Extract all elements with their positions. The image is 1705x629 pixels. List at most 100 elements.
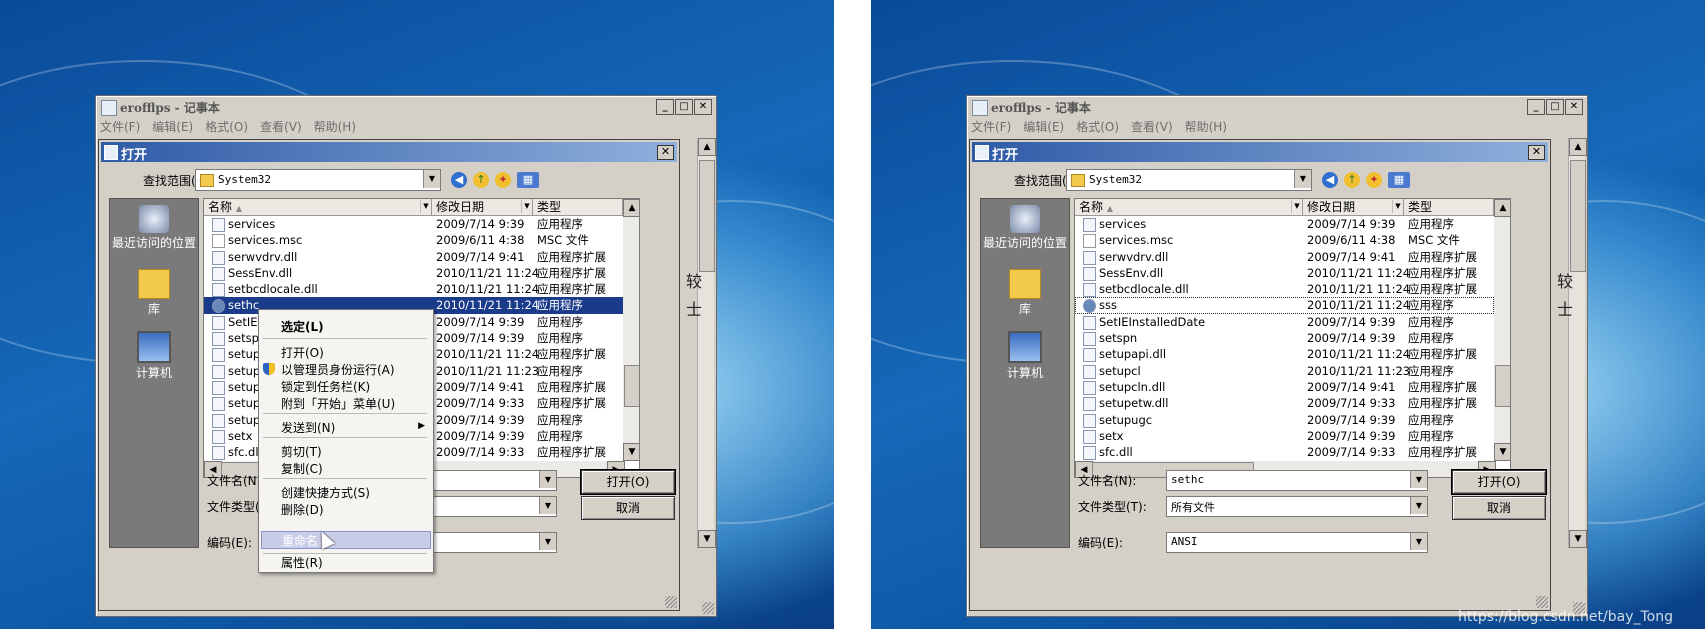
minimize-button[interactable]: _	[1527, 99, 1545, 115]
up-folder-icon[interactable]: ↑	[1344, 172, 1360, 188]
dialog-close-button[interactable]: ✕	[1528, 145, 1545, 160]
notepad-scrollbar[interactable]: ▲ ▼	[697, 138, 716, 548]
close-button[interactable]: ✕	[1565, 99, 1583, 115]
back-icon[interactable]: ◀	[451, 172, 467, 188]
chevron-down-icon[interactable]: ▼	[1291, 200, 1302, 213]
menu-help[interactable]: 帮助(H)	[1185, 118, 1227, 136]
view-menu-icon[interactable]: ▦	[1388, 172, 1410, 188]
place-computer[interactable]: 计算机	[981, 331, 1069, 380]
menu-file[interactable]: 文件(F)	[971, 118, 1011, 136]
scroll-thumb[interactable]	[699, 160, 715, 272]
encoding-select[interactable]: ANSI ▼	[1166, 532, 1428, 553]
dialog-titlebar[interactable]: 打开 ✕	[101, 142, 677, 163]
new-folder-icon[interactable]: ✦	[495, 172, 511, 188]
table-row[interactable]: setx 2009/7/14 9:39 应用程序	[1075, 428, 1494, 444]
menu-rename[interactable]: 重命名	[282, 532, 318, 549]
column-name[interactable]: 名称 ▲ ▼	[204, 199, 432, 215]
cancel-button[interactable]: 取消	[1452, 496, 1546, 520]
menu-format[interactable]: 格式(O)	[205, 118, 248, 136]
menu-help[interactable]: 帮助(H)	[314, 118, 356, 136]
chevron-down-icon[interactable]: ▼	[423, 170, 440, 188]
table-row[interactable]: services.msc 2009/6/11 4:38 MSC 文件	[204, 232, 623, 249]
scroll-down-icon[interactable]: ▼	[623, 443, 639, 461]
column-name[interactable]: 名称 ▲ ▼	[1075, 199, 1303, 215]
place-recent[interactable]: 最近访问的位置	[981, 205, 1069, 250]
column-date[interactable]: 修改日期 ▼	[1303, 199, 1404, 215]
place-recent[interactable]: 最近访问的位置	[110, 205, 198, 250]
menu-run-as-admin[interactable]: 以管理员身份运行(A)	[281, 361, 395, 378]
notepad-titlebar[interactable]: erofflps - 记事本 _ □ ✕	[98, 98, 714, 116]
dialog-close-button[interactable]: ✕	[657, 145, 674, 160]
scroll-down-icon[interactable]: ▼	[698, 530, 716, 548]
resize-grip[interactable]	[1536, 596, 1548, 608]
place-library[interactable]: 库	[110, 269, 198, 316]
view-menu-icon[interactable]: ▦	[517, 172, 539, 188]
chevron-down-icon[interactable]: ▼	[1410, 533, 1427, 550]
table-row[interactable]: setupugc 2009/7/14 9:39 应用程序	[1075, 412, 1494, 428]
table-row[interactable]: serwvdrv.dll 2009/7/14 9:41 应用程序扩展	[204, 249, 623, 265]
table-row[interactable]: SessEnv.dll 2010/11/21 11:24 应用程序扩展	[1075, 265, 1494, 281]
maximize-button[interactable]: □	[675, 99, 693, 115]
open-button[interactable]: 打开(O)	[1451, 469, 1547, 495]
notepad-scrollbar[interactable]: ▲ ▼	[1568, 138, 1587, 548]
menu-format[interactable]: 格式(O)	[1076, 118, 1119, 136]
scroll-thumb[interactable]	[624, 365, 639, 407]
scroll-up-icon[interactable]: ▲	[1569, 138, 1587, 156]
table-row[interactable]: setupcl 2010/11/21 11:23 应用程序	[1075, 363, 1494, 379]
lookin-combo[interactable]: System32 ▼	[195, 169, 441, 191]
place-computer[interactable]: 计算机	[110, 331, 198, 380]
table-row[interactable]: setupcln.dll 2009/7/14 9:41 应用程序扩展	[1075, 379, 1494, 395]
place-library[interactable]: 库	[981, 269, 1069, 316]
table-row[interactable]: serwvdrv.dll 2009/7/14 9:41 应用程序扩展	[1075, 249, 1494, 265]
column-type[interactable]: 类型	[533, 199, 623, 215]
scroll-thumb[interactable]	[1495, 365, 1510, 407]
resize-grip[interactable]	[665, 596, 677, 608]
file-list-vscroll[interactable]: ▲ ▼	[1494, 199, 1510, 461]
cancel-button[interactable]: 取消	[581, 496, 675, 520]
table-row[interactable]: setbcdlocale.dll 2010/11/21 11:24 应用程序扩展	[1075, 281, 1494, 298]
table-row[interactable]: services.msc 2009/6/11 4:38 MSC 文件	[1075, 232, 1494, 249]
menu-pin-taskbar[interactable]: 锁定到任务栏(K)	[281, 378, 370, 395]
menu-properties[interactable]: 属性(R)	[281, 554, 323, 571]
menu-copy[interactable]: 复制(C)	[281, 460, 323, 477]
chevron-down-icon[interactable]: ▼	[539, 471, 556, 488]
menu-view[interactable]: 查看(V)	[260, 118, 302, 136]
chevron-down-icon[interactable]: ▼	[1410, 497, 1427, 514]
menu-rename-highlight[interactable]: 重命名	[261, 531, 431, 549]
minimize-button[interactable]: _	[656, 99, 674, 115]
menu-send-to[interactable]: 发送到(N)	[281, 419, 335, 436]
scroll-up-icon[interactable]: ▲	[698, 138, 716, 156]
table-row[interactable]: setupapi.dll 2010/11/21 11:24 应用程序扩展	[1075, 346, 1494, 363]
menu-pin-start[interactable]: 附到「开始」菜单(U)	[281, 395, 395, 412]
table-row[interactable]: sfc.dll 2009/7/14 9:33 应用程序扩展	[1075, 444, 1494, 461]
new-folder-icon[interactable]: ✦	[1366, 172, 1382, 188]
menu-delete[interactable]: 删除(D)	[281, 501, 324, 518]
table-row[interactable]: sss 2010/11/21 11:24 应用程序	[1075, 297, 1494, 314]
filename-field[interactable]: sethc ▼	[1166, 470, 1428, 491]
menu-view[interactable]: 查看(V)	[1131, 118, 1173, 136]
menu-create-shortcut[interactable]: 创建快捷方式(S)	[281, 484, 370, 501]
notepad-titlebar[interactable]: erofflps - 记事本 _ □ ✕	[969, 98, 1585, 116]
up-folder-icon[interactable]: ↑	[473, 172, 489, 188]
chevron-down-icon[interactable]: ▼	[1392, 200, 1403, 213]
chevron-down-icon[interactable]: ▼	[539, 533, 556, 550]
table-row[interactable]: setbcdlocale.dll 2010/11/21 11:24 应用程序扩展	[204, 281, 623, 298]
table-row[interactable]: SetIEInstalledDate 2009/7/14 9:39 应用程序	[1075, 314, 1494, 330]
scroll-thumb[interactable]	[1570, 160, 1586, 272]
chevron-down-icon[interactable]: ▼	[521, 200, 532, 213]
table-row[interactable]: services 2009/7/14 9:39 应用程序	[204, 216, 623, 232]
menu-open[interactable]: 打开(O)	[281, 344, 324, 361]
table-row[interactable]: setupetw.dll 2009/7/14 9:33 应用程序扩展	[1075, 395, 1494, 412]
filetype-select[interactable]: 所有文件 ▼	[1166, 496, 1428, 517]
filetype-select[interactable]: ▼	[419, 496, 557, 517]
menu-select[interactable]: 选定(L)	[281, 318, 324, 335]
scroll-down-icon[interactable]: ▼	[1569, 530, 1587, 548]
dialog-titlebar[interactable]: 打开 ✕	[972, 142, 1548, 163]
menu-file[interactable]: 文件(F)	[100, 118, 140, 136]
back-icon[interactable]: ◀	[1322, 172, 1338, 188]
chevron-down-icon[interactable]: ▼	[1294, 170, 1311, 188]
menu-edit[interactable]: 编辑(E)	[152, 118, 193, 136]
chevron-down-icon[interactable]: ▼	[1410, 471, 1427, 488]
table-row[interactable]: setspn 2009/7/14 9:39 应用程序	[1075, 330, 1494, 347]
close-button[interactable]: ✕	[694, 99, 712, 115]
